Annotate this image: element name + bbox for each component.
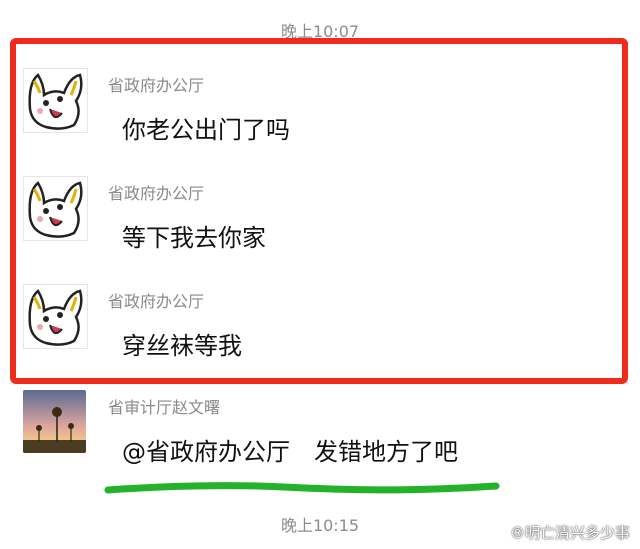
chat-message: 省政府办公厅 等下我去你家	[0, 176, 640, 266]
sender-name: 省政府办公厅	[108, 184, 205, 203]
green-underline-mark	[104, 482, 500, 494]
message-bubble[interactable]: @省政府办公厅 发错地方了吧	[98, 424, 474, 474]
sender-name: 省政府办公厅	[108, 292, 205, 311]
chat-message: 省政府办公厅 你老公出门了吗	[0, 68, 640, 158]
cartoon-bunny-icon[interactable]	[23, 68, 88, 133]
cartoon-bunny-icon[interactable]	[23, 284, 88, 349]
message-bubble[interactable]: 你老公出门了吗	[98, 102, 306, 152]
cartoon-bunny-icon[interactable]	[23, 176, 88, 241]
sunflower-sunset-avatar[interactable]	[23, 390, 86, 453]
watermark: ®明亡清兴多少事	[509, 524, 630, 542]
message-bubble[interactable]: 等下我去你家	[98, 210, 282, 260]
chat-message: 省审计厅赵文曙 @省政府办公厅 发错地方了吧	[0, 390, 640, 480]
chat-message: 省政府办公厅 穿丝袜等我	[0, 284, 640, 374]
message-bubble[interactable]: 穿丝袜等我	[98, 318, 258, 368]
sender-name: 省审计厅赵文曙	[108, 398, 221, 417]
sender-name: 省政府办公厅	[108, 76, 205, 95]
